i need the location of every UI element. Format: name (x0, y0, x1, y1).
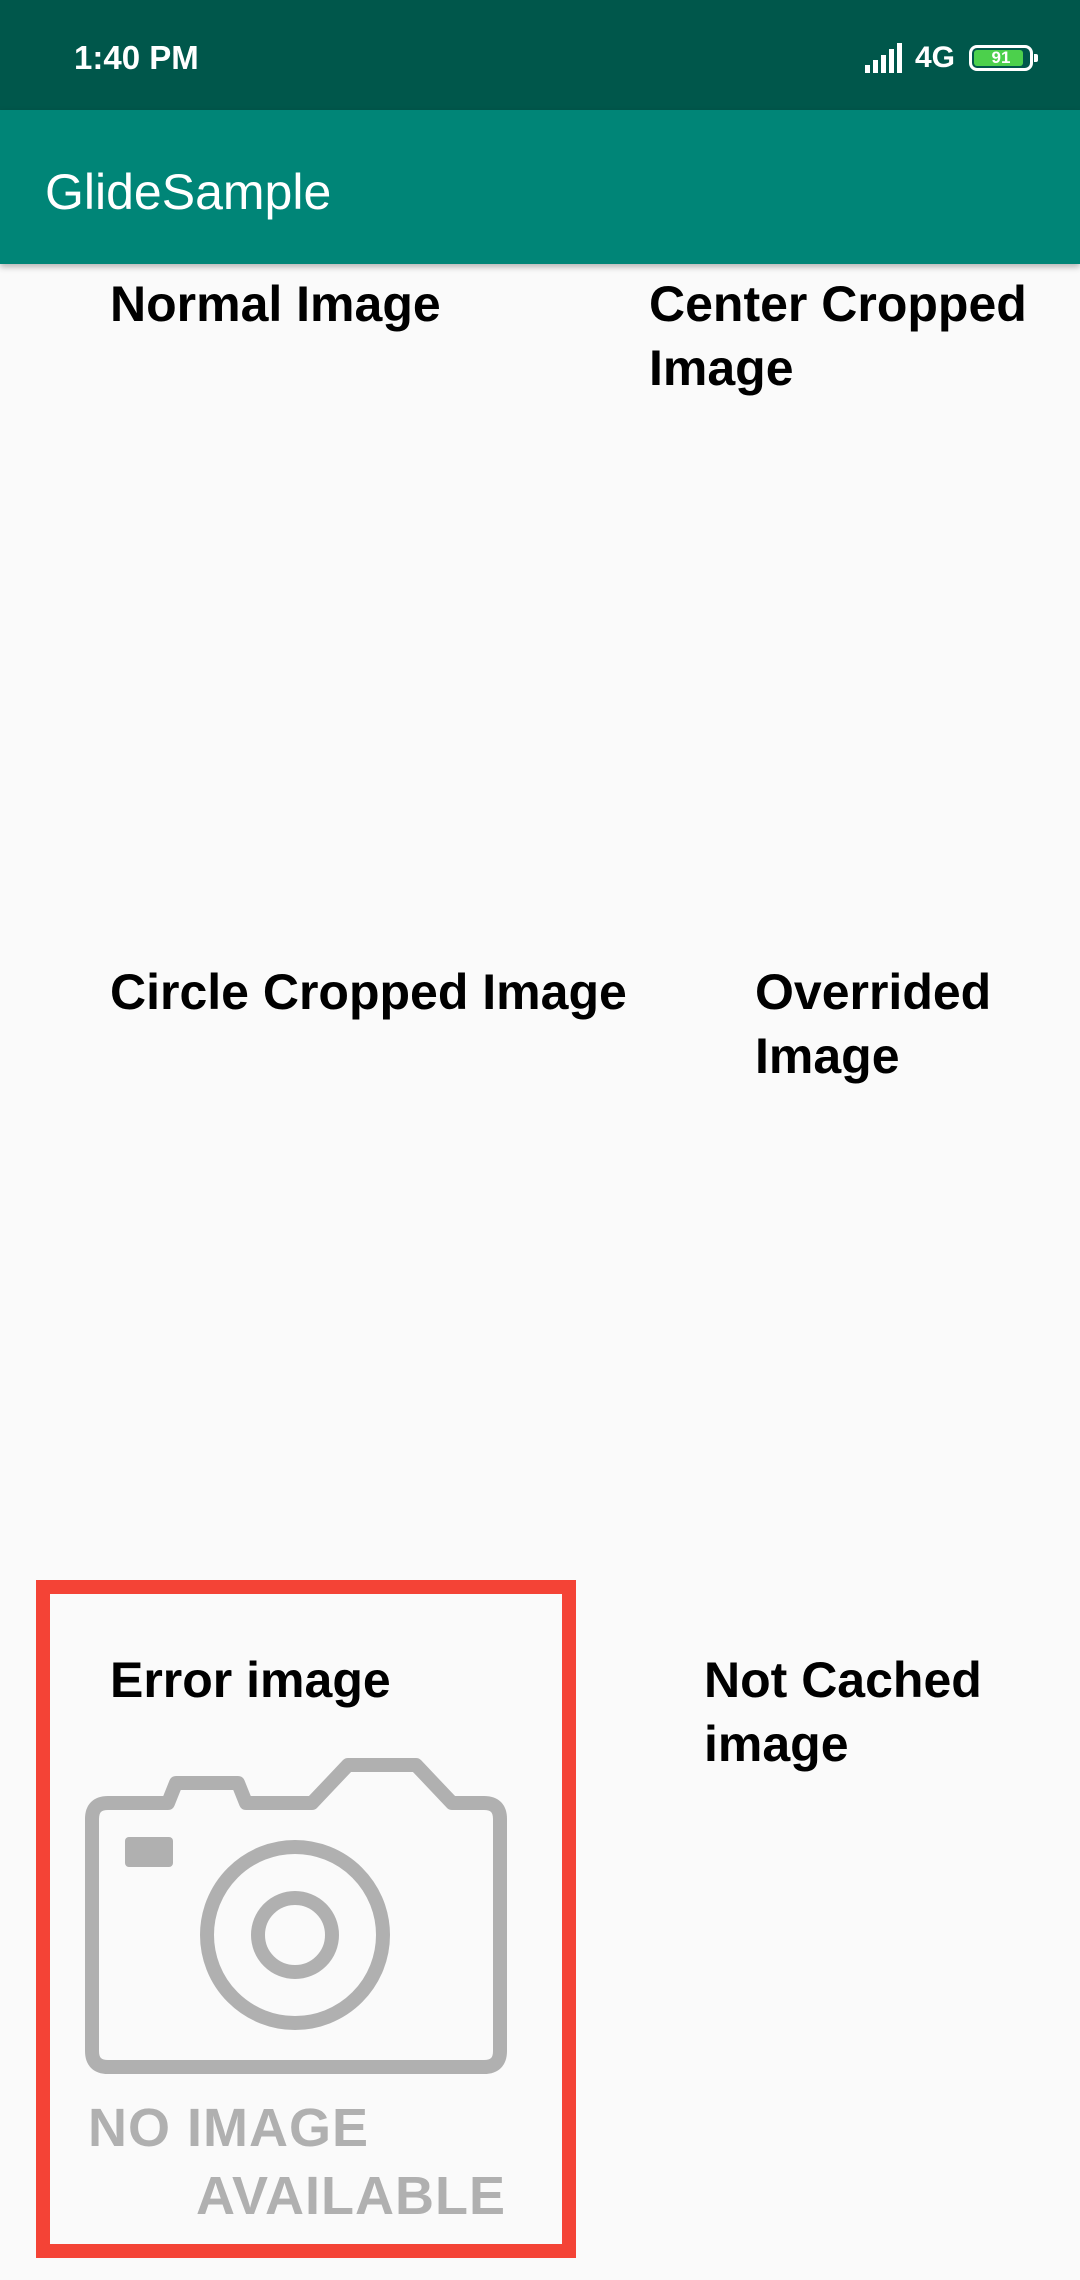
center-cropped-image-label: Center Cropped Image (649, 276, 1027, 396)
not-cached-image-label: Not Cached image (704, 1652, 982, 1772)
app-bar: GlideSample (0, 110, 1080, 264)
camera-icon (85, 1758, 507, 2074)
status-icons: 4G 91 (864, 38, 1038, 78)
circle-cropped-image-label: Circle Cropped Image (110, 964, 627, 1020)
battery-icon: 91 (969, 45, 1038, 71)
status-bar: 1:40 PM 4G 91 (0, 0, 1080, 110)
signal-icon (864, 43, 902, 73)
status-time: 1:40 PM (74, 39, 199, 76)
overrided-image-label: Overrided Image (755, 964, 992, 1084)
network-type-label: 4G (914, 41, 955, 74)
available-text: AVAILABLE (196, 2166, 506, 2226)
no-image-text: NO IMAGE (88, 2098, 370, 2158)
error-image-label: Error image (110, 1652, 391, 1708)
battery-level-text: 91 (991, 48, 1011, 67)
app-title: GlideSample (45, 164, 332, 220)
normal-image-label: Normal Image (110, 276, 441, 332)
